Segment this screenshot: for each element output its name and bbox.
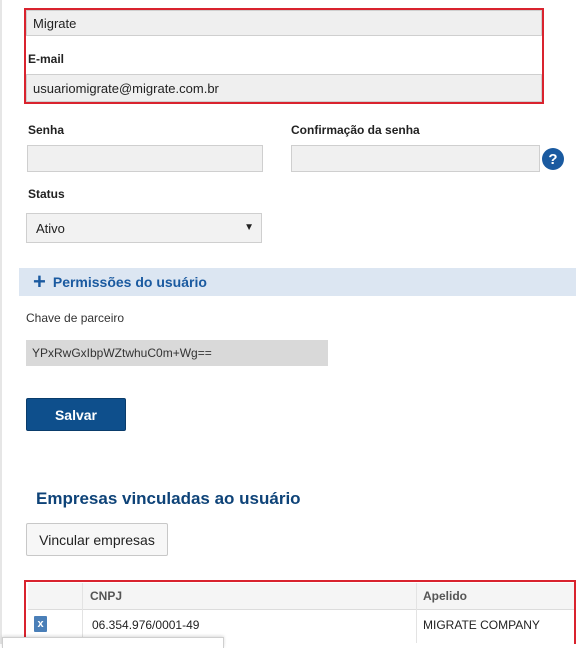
question-circle-icon[interactable]: ? [542, 148, 564, 170]
help-glyph: ? [548, 150, 558, 168]
permissions-expander[interactable]: + Permissões do usuário [19, 268, 576, 296]
partner-key-label: Chave de parceiro [26, 311, 125, 325]
status-selected: Ativo [36, 220, 65, 236]
status-select[interactable]: Ativo ▼ [26, 213, 262, 243]
save-button[interactable]: Salvar [26, 398, 126, 431]
status-label: Status [28, 187, 65, 201]
senha-input[interactable] [27, 145, 263, 172]
permissions-title: Permissões do usuário [52, 274, 207, 290]
senha-label: Senha [28, 123, 65, 137]
plus-icon: + [33, 269, 46, 294]
confirm-password-label: Confirmação da senha [291, 123, 420, 137]
confirm-password-input[interactable] [291, 145, 540, 172]
highlight-box-table [24, 580, 576, 644]
link-companies-button[interactable]: Vincular empresas [26, 523, 168, 556]
partner-key-field: YPxRwGxIbpWZtwhuC0m+Wg== [26, 340, 328, 366]
dropdown-arrow-icon: ▼ [244, 222, 254, 233]
companies-title: Empresas vinculadas ao usuário [36, 489, 301, 508]
left-border [0, 0, 2, 644]
highlight-box-user [24, 8, 544, 104]
partner-key-value: YPxRwGxIbpWZtwhuC0m+Wg== [32, 346, 212, 360]
tooltip-popup [2, 637, 224, 648]
